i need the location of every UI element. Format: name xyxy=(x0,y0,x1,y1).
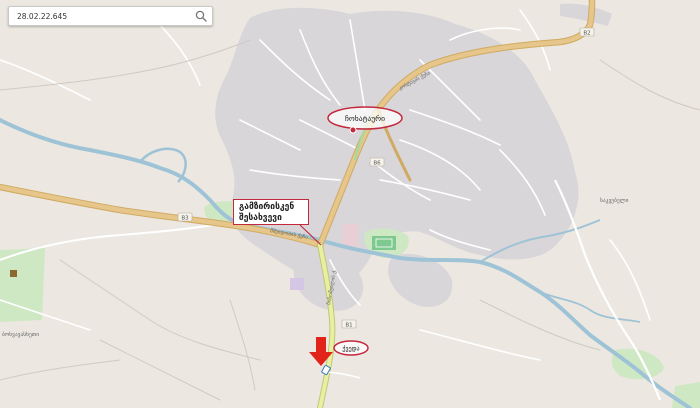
svg-text:B2: B2 xyxy=(583,30,590,36)
road-shield-b2: B2 xyxy=(579,27,595,37)
road-shield-b6: B6 xyxy=(369,157,385,166)
search-box[interactable] xyxy=(8,6,213,26)
village-label: ბოხვავასხეთი xyxy=(2,331,39,338)
turn-callout[interactable]: გამზირისკენ შესახვევი xyxy=(233,199,309,225)
svg-text:B6: B6 xyxy=(373,160,381,166)
facility-area xyxy=(290,278,304,290)
village-label: საკვებელი xyxy=(600,197,629,204)
road-shield-b1: B1 xyxy=(341,319,357,329)
map-canvas[interactable]: B3 B1 B6 B2 მშვიდობის ქუჩა კოსტავას ქუჩა… xyxy=(0,0,700,408)
svg-text:B1: B1 xyxy=(345,322,352,328)
search-input[interactable] xyxy=(9,7,184,25)
road-shield-b3: B3 xyxy=(177,212,193,221)
svg-text:B3: B3 xyxy=(181,215,189,221)
destination-annotation[interactable]: ქვედა xyxy=(333,340,369,356)
callout-line-2: შესახვევი xyxy=(239,213,282,223)
landmark-icon xyxy=(10,270,17,277)
town-marker-icon[interactable] xyxy=(349,126,357,134)
callout-line-1: გამზირისკენ xyxy=(239,202,295,212)
destination-label: ქვედა xyxy=(342,346,359,353)
hospital-area xyxy=(342,224,358,248)
town-label: ჩოხატაური xyxy=(345,114,385,123)
search-icon[interactable] xyxy=(194,9,208,23)
